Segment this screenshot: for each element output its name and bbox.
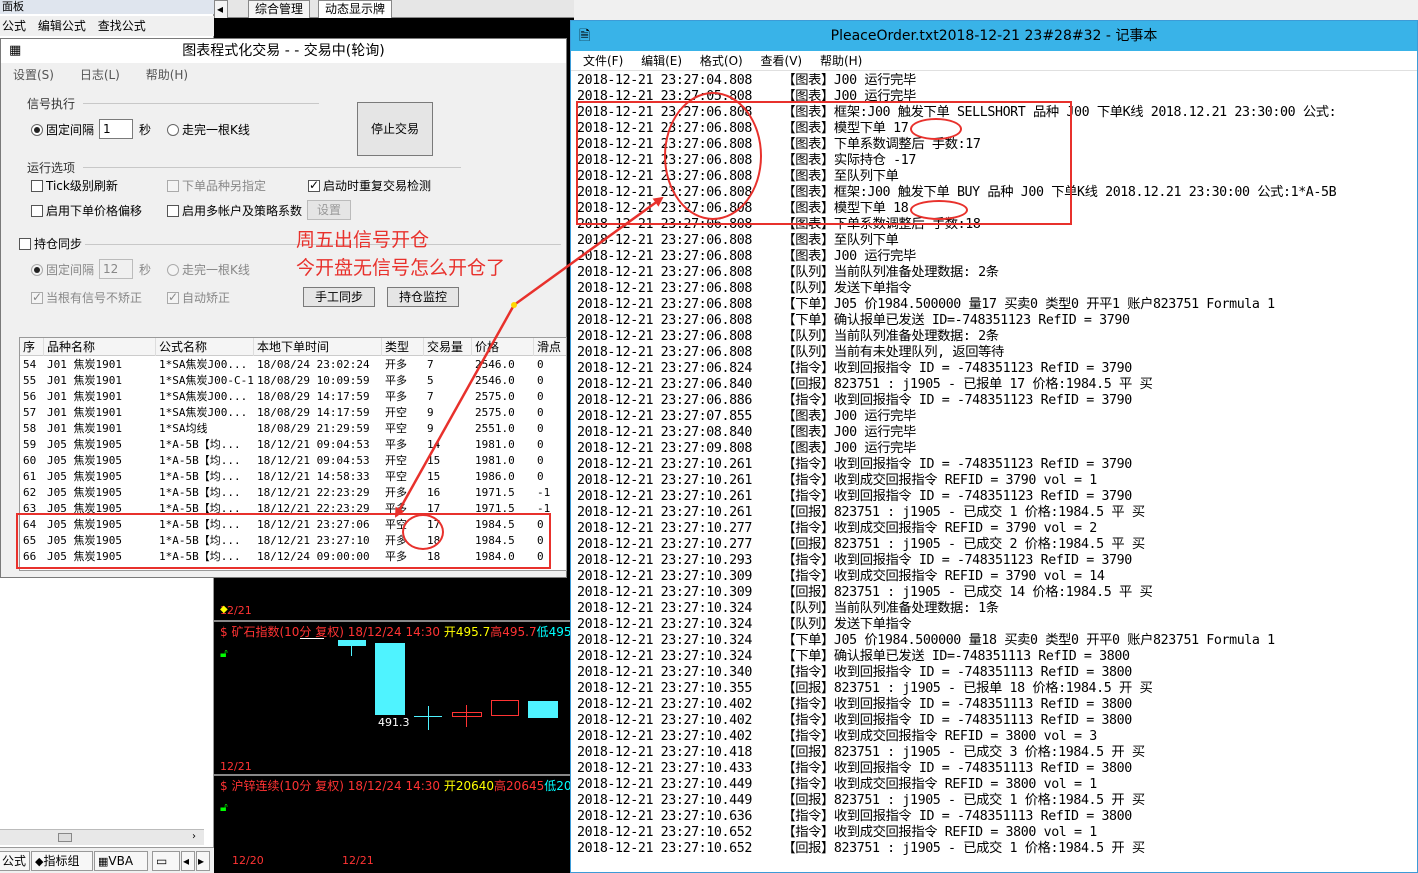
- arrow-origin-dot: [511, 302, 517, 308]
- arrow-to-log: [513, 196, 664, 307]
- arrow-to-table: [394, 304, 516, 518]
- annotation-arrows: [394, 196, 664, 518]
